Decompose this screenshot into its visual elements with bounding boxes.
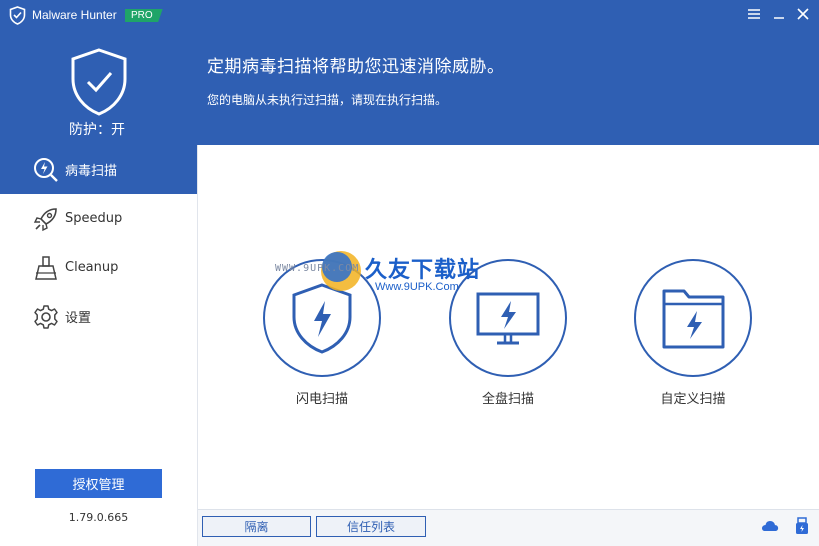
subline: 您的电脑从未执行过扫描，请现在执行扫描。: [207, 93, 448, 107]
sidebar-item-label: Cleanup: [65, 260, 119, 275]
quarantine-button[interactable]: 隔离: [202, 516, 311, 537]
custom-scan-label: 自定义扫描: [660, 392, 726, 407]
watermark-title: 久友下载站: [365, 258, 481, 283]
lightning-search-icon: [31, 155, 61, 185]
bottom-bar: 隔离 信任列表: [198, 509, 819, 546]
lightning-folder-icon: [662, 289, 725, 349]
main-panel: 闪电扫描 全盘扫描 自定义扫描: [198, 145, 819, 509]
app-name: Malware Hunter: [32, 8, 117, 22]
sidebar-item-label: 设置: [65, 311, 92, 326]
trust-list-button[interactable]: 信任列表: [316, 516, 426, 537]
sidebar-item-speedup[interactable]: Speedup: [0, 194, 197, 243]
rocket-icon: [31, 204, 61, 234]
sidebar-item-cleanup[interactable]: Cleanup: [0, 243, 197, 292]
watermark-url-top: WWW.9UPK.COM: [275, 263, 360, 274]
menu-icon[interactable]: [746, 6, 762, 22]
sidebar-item-virus-scan[interactable]: 病毒扫描: [0, 145, 197, 194]
pro-badge: PRO: [125, 9, 163, 22]
app-logo-icon: [9, 6, 26, 25]
full-scan-label: 全盘扫描: [481, 392, 534, 407]
sidebar-item-label: Speedup: [65, 211, 123, 226]
minimize-icon[interactable]: [771, 6, 787, 22]
usb-icon[interactable]: [792, 516, 812, 536]
custom-scan-button[interactable]: [634, 259, 752, 377]
close-icon[interactable]: [795, 6, 811, 22]
cloud-icon[interactable]: [760, 516, 780, 536]
watermark-url-bottom: Www.9UPK.Com: [375, 281, 459, 293]
quick-scan-label: 闪电扫描: [295, 392, 348, 407]
sidebar-item-label: 病毒扫描: [65, 164, 118, 179]
protection-status: 防护：开: [69, 122, 125, 138]
gear-icon: [31, 302, 61, 332]
version-number: 1.79.0.665: [68, 511, 129, 524]
license-management-button[interactable]: 授权管理: [35, 469, 162, 498]
sidebar: 病毒扫描 Speedup Cleanup 设置 授权管理 1.79.0.665: [0, 145, 198, 546]
watermark: WWW.9UPK.COM 久友下载站 Www.9UPK.Com: [275, 248, 525, 298]
header: Malware Hunter PRO 防护：开 定期病毒扫描将帮助您迅速消除威胁…: [0, 0, 819, 145]
title-bar[interactable]: Malware Hunter PRO: [0, 0, 819, 30]
sidebar-item-settings[interactable]: 设置: [0, 292, 197, 341]
broom-icon: [31, 253, 61, 283]
headline: 定期病毒扫描将帮助您迅速消除威胁。: [207, 57, 505, 77]
protection-shield-icon: [71, 48, 127, 116]
